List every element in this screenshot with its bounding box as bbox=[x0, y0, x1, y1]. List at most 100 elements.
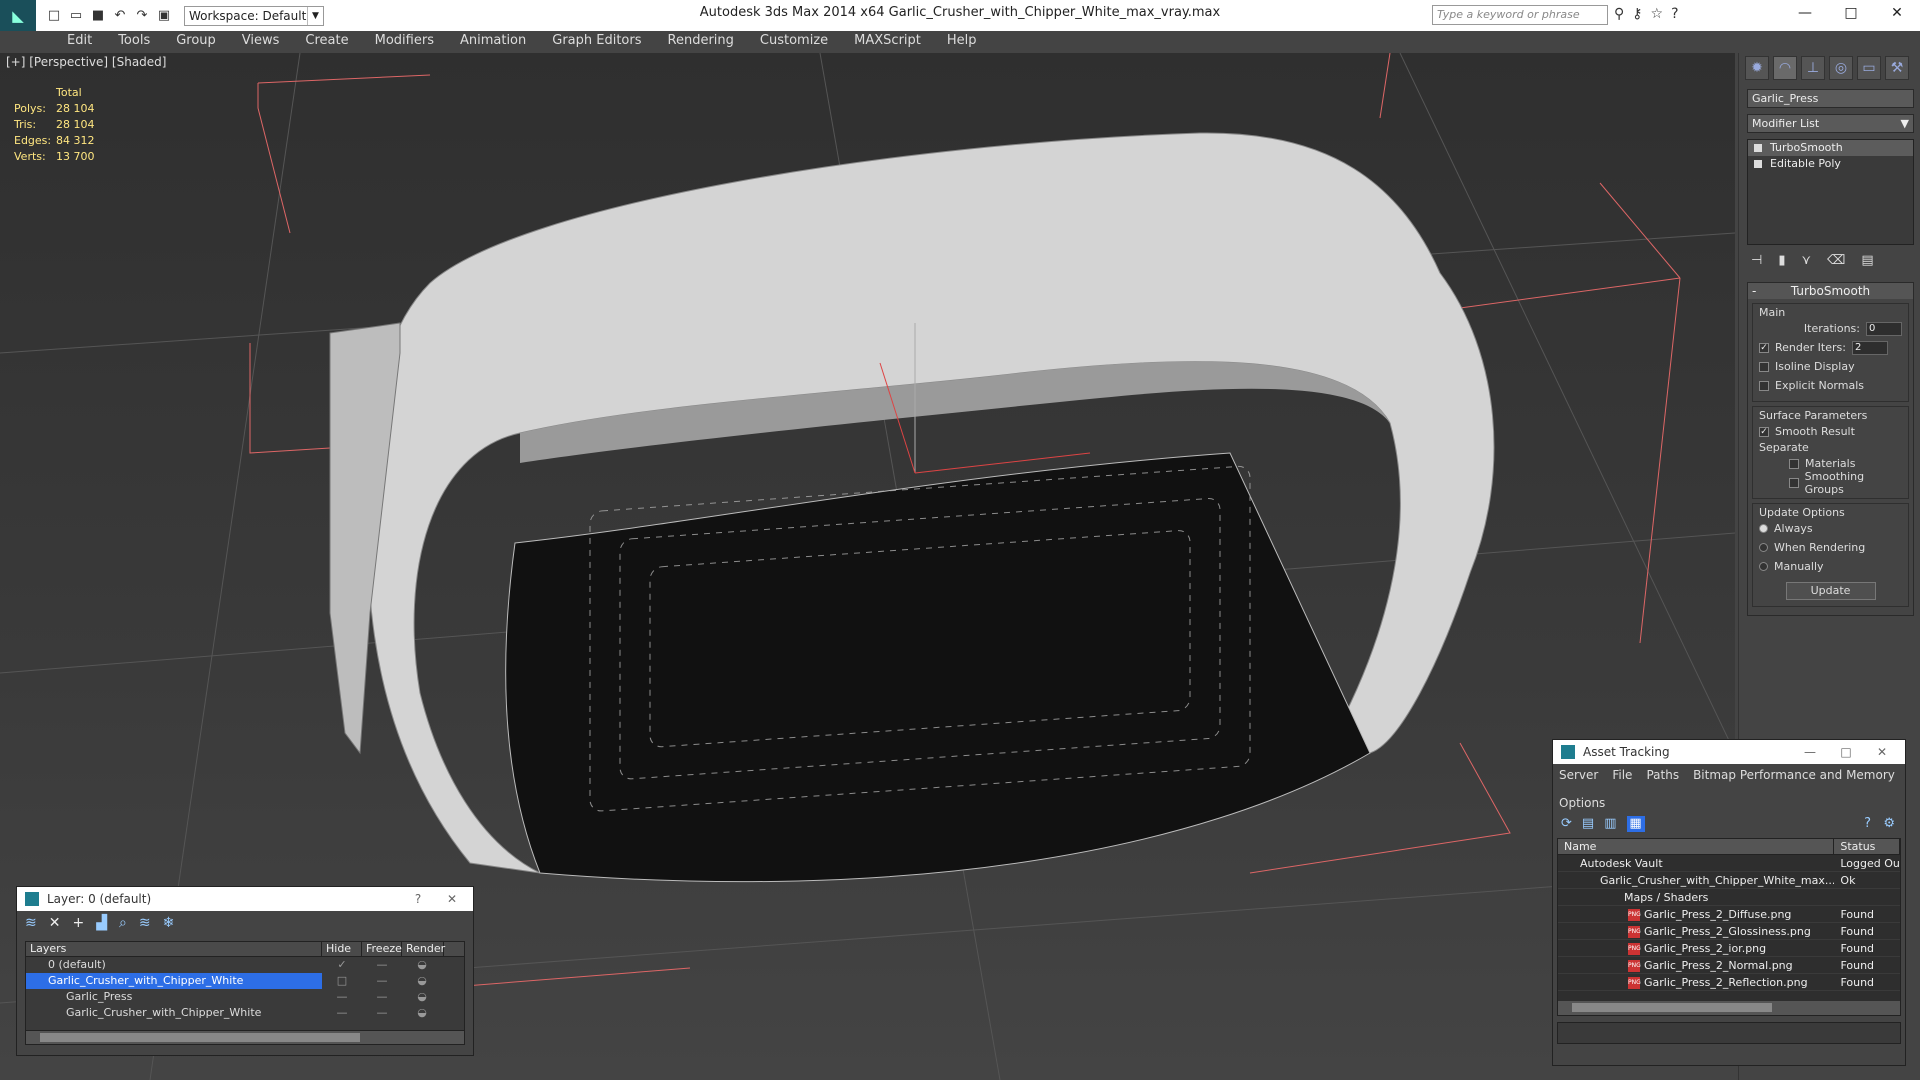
freeze-cell[interactable]: — bbox=[362, 989, 402, 1005]
star-icon[interactable]: ☆ bbox=[1651, 6, 1664, 22]
thumbnail-view-icon[interactable]: ▥ bbox=[1604, 816, 1616, 832]
open-file-icon[interactable]: ▭ bbox=[68, 8, 84, 24]
table-view-icon[interactable]: ▦ bbox=[1626, 816, 1645, 832]
when-rendering-radio[interactable] bbox=[1759, 543, 1768, 552]
project-folder-icon[interactable]: ▣ bbox=[156, 8, 172, 24]
modify-tab-icon[interactable]: ◠ bbox=[1773, 56, 1797, 80]
explicit-normals-checkbox[interactable] bbox=[1759, 380, 1769, 391]
show-end-result-icon[interactable]: ▮ bbox=[1778, 253, 1785, 268]
refresh-icon[interactable]: ⟳ bbox=[1561, 816, 1572, 832]
lightbulb-icon[interactable] bbox=[1754, 144, 1762, 152]
isoline-checkbox[interactable] bbox=[1759, 361, 1769, 372]
layer-row[interactable]: 0 (default) ✓ — ◒ bbox=[26, 957, 464, 973]
settings-icon[interactable]: ⚙ bbox=[1883, 816, 1895, 831]
menu-customize[interactable]: Customize bbox=[747, 31, 841, 53]
always-radio[interactable] bbox=[1759, 524, 1768, 533]
menu-maxscript[interactable]: MAXScript bbox=[841, 31, 934, 53]
create-tab-icon[interactable]: ✹ bbox=[1745, 56, 1769, 80]
workspace-selector[interactable]: Workspace: Default ▼ bbox=[184, 5, 324, 26]
menu-edit[interactable]: Edit bbox=[54, 31, 105, 53]
asset-menu-file[interactable]: File bbox=[1612, 768, 1632, 782]
update-button[interactable]: Update bbox=[1785, 582, 1876, 600]
col-render[interactable]: Render bbox=[402, 942, 445, 956]
asset-row[interactable]: Autodesk Vault Logged Out bbox=[1558, 855, 1900, 872]
freeze-cell[interactable]: — bbox=[362, 973, 402, 989]
configure-modifier-sets-icon[interactable]: ▤ bbox=[1861, 253, 1873, 268]
help-icon[interactable]: ? bbox=[1671, 6, 1678, 22]
materials-checkbox[interactable] bbox=[1789, 458, 1799, 469]
freeze-all-icon[interactable]: ❄ bbox=[163, 915, 175, 933]
hide-cell[interactable]: — bbox=[322, 1005, 362, 1021]
asset-menu-options[interactable]: Options bbox=[1559, 796, 1605, 810]
render-teapot-icon[interactable]: ◒ bbox=[402, 973, 442, 989]
stack-item-turbosmooth[interactable]: TurboSmooth bbox=[1748, 140, 1913, 156]
minimize-icon[interactable]: — bbox=[1782, 0, 1828, 26]
render-teapot-icon[interactable]: ◒ bbox=[402, 989, 442, 1005]
remove-modifier-icon[interactable]: ⌫ bbox=[1827, 253, 1845, 268]
utilities-tab-icon[interactable]: ⚒ bbox=[1885, 56, 1909, 80]
maximize-icon[interactable]: □ bbox=[1828, 0, 1874, 26]
app-logo-icon[interactable]: ◣ bbox=[0, 0, 36, 31]
smooth-result-checkbox[interactable]: ✓ bbox=[1759, 426, 1769, 437]
asset-tracking-titlebar[interactable]: Asset Tracking — □ ✕ bbox=[1553, 740, 1905, 764]
menu-help[interactable]: Help bbox=[934, 31, 990, 53]
hide-cell[interactable]: — bbox=[322, 989, 362, 1005]
layer-manager-titlebar[interactable]: Layer: 0 (default) ? ✕ bbox=[17, 887, 473, 911]
asset-menu-bitmap[interactable]: Bitmap Performance and Memory bbox=[1693, 768, 1895, 782]
stack-item-editable-poly[interactable]: Editable Poly bbox=[1748, 156, 1913, 172]
minimize-icon[interactable]: — bbox=[1795, 740, 1825, 764]
display-tab-icon[interactable]: ▭ bbox=[1857, 56, 1881, 80]
iterations-spinner[interactable]: 0 bbox=[1866, 321, 1902, 336]
asset-row[interactable]: PNG Garlic_Press_2_Normal.png Found bbox=[1558, 957, 1900, 974]
freeze-cell[interactable]: — bbox=[362, 1005, 402, 1021]
layer-row[interactable]: Garlic_Crusher_with_Chipper_White — — ◒ bbox=[26, 1005, 464, 1021]
menu-create[interactable]: Create bbox=[292, 31, 361, 53]
asset-row[interactable]: PNG Garlic_Press_2_Diffuse.png Found bbox=[1558, 906, 1900, 923]
col-layers[interactable]: Layers bbox=[26, 942, 322, 956]
new-file-icon[interactable]: □ bbox=[46, 8, 62, 24]
close-icon[interactable]: ✕ bbox=[437, 887, 467, 911]
col-name[interactable]: Name bbox=[1558, 839, 1835, 854]
col-hide[interactable]: Hide bbox=[322, 942, 362, 956]
layer-list-scrollbar[interactable] bbox=[26, 1030, 464, 1044]
render-teapot-icon[interactable]: ◒ bbox=[402, 957, 442, 973]
manually-radio[interactable] bbox=[1759, 562, 1768, 571]
list-view-icon[interactable]: ▤ bbox=[1582, 816, 1594, 832]
asset-row[interactable]: Maps / Shaders bbox=[1558, 889, 1900, 906]
close-icon[interactable]: ✕ bbox=[1874, 0, 1920, 26]
col-status[interactable]: Status bbox=[1834, 839, 1900, 854]
delete-layer-icon[interactable]: ✕ bbox=[49, 915, 61, 933]
col-freeze[interactable]: Freeze bbox=[362, 942, 402, 956]
asset-row[interactable]: Garlic_Crusher_with_Chipper_White_max...… bbox=[1558, 872, 1900, 889]
redo-icon[interactable]: ↷ bbox=[134, 8, 150, 24]
render-iters-spinner[interactable]: 2 bbox=[1851, 340, 1888, 355]
search-input[interactable]: Type a keyword or phrase bbox=[1432, 5, 1608, 25]
scrollbar-thumb[interactable] bbox=[40, 1033, 360, 1042]
asset-row[interactable]: PNG Garlic_Press_2_Glossiness.png Found bbox=[1558, 923, 1900, 940]
checkmark-icon[interactable]: ✓ bbox=[322, 957, 362, 973]
menu-graph-editors[interactable]: Graph Editors bbox=[539, 31, 654, 53]
scrollbar-thumb[interactable] bbox=[1572, 1003, 1772, 1012]
pin-stack-icon[interactable]: ⊣ bbox=[1751, 253, 1762, 268]
render-iters-checkbox[interactable]: ✓ bbox=[1759, 342, 1769, 353]
expand-icon[interactable] bbox=[1754, 160, 1762, 168]
layer-row[interactable]: Garlic_Press — — ◒ bbox=[26, 989, 464, 1005]
make-unique-icon[interactable]: ⋎ bbox=[1801, 253, 1811, 268]
modifier-list-dropdown[interactable]: Modifier List ▼ bbox=[1747, 114, 1914, 133]
asset-list-scrollbar[interactable] bbox=[1558, 1001, 1900, 1015]
render-teapot-icon[interactable]: ◒ bbox=[402, 1005, 442, 1021]
menu-views[interactable]: Views bbox=[229, 31, 293, 53]
motion-tab-icon[interactable]: ◎ bbox=[1829, 56, 1853, 80]
vault-help-icon[interactable]: ? bbox=[1864, 816, 1871, 831]
binoculars-icon[interactable]: ⚲ bbox=[1614, 6, 1624, 22]
help-icon[interactable]: ? bbox=[403, 887, 433, 911]
menu-animation[interactable]: Animation bbox=[447, 31, 539, 53]
asset-menu-paths[interactable]: Paths bbox=[1646, 768, 1679, 782]
active-layer-icon[interactable]: □ bbox=[322, 973, 362, 989]
undo-icon[interactable]: ↶ bbox=[112, 8, 128, 24]
rollout-header[interactable]: - TurboSmooth bbox=[1748, 283, 1913, 299]
add-to-layer-icon[interactable]: + bbox=[72, 915, 84, 933]
layer-row[interactable]: Garlic_Crusher_with_Chipper_White □ — ◒ bbox=[26, 973, 464, 989]
asset-menu-server[interactable]: Server bbox=[1559, 768, 1598, 782]
menu-rendering[interactable]: Rendering bbox=[655, 31, 747, 53]
